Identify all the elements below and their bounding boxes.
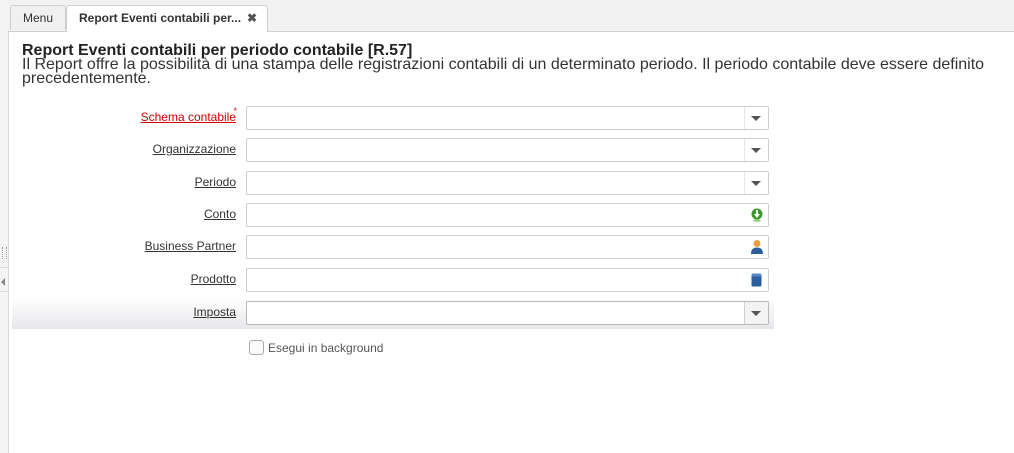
- periodo-select[interactable]: [246, 171, 769, 195]
- business-partner-lookup-button[interactable]: [745, 236, 768, 258]
- conto-lookup-button[interactable]: [745, 204, 768, 226]
- form-row-periodo: Periodo: [0, 171, 1014, 195]
- form-row-schema: Schema contabile *: [0, 106, 1014, 130]
- prodotto-search-field[interactable]: [246, 268, 769, 292]
- chevron-down-icon: [751, 116, 761, 121]
- form-row-conto: Conto: [0, 203, 1014, 227]
- organizzazione-select[interactable]: [246, 138, 769, 162]
- page-description: Il Report offre la possibilità di una st…: [22, 56, 985, 87]
- field-label-organizzazione[interactable]: Organizzazione: [153, 142, 236, 156]
- chevron-down-icon: [751, 311, 761, 316]
- tab-report-label: Report Eventi contabili per...: [79, 11, 242, 25]
- business-partner-search-field[interactable]: [246, 235, 769, 259]
- account-lookup-icon: [751, 208, 763, 222]
- imposta-select[interactable]: [246, 301, 769, 325]
- field-label-business-partner[interactable]: Business Partner: [145, 239, 236, 253]
- field-label-schema[interactable]: Schema contabile: [141, 110, 236, 124]
- business-partner-icon: [751, 240, 763, 254]
- form-row-prodotto: Prodotto: [0, 268, 1014, 292]
- chevron-down-icon: [751, 181, 761, 186]
- dropdown-button[interactable]: [744, 302, 768, 324]
- chevron-down-icon: [751, 148, 761, 153]
- background-checkbox[interactable]: [249, 340, 264, 355]
- dropdown-button[interactable]: [744, 107, 768, 129]
- required-marker: *: [233, 106, 237, 116]
- form-row-business-partner: Business Partner: [0, 235, 1014, 259]
- form-row-organizzazione: Organizzazione: [0, 138, 1014, 162]
- field-label-prodotto[interactable]: Prodotto: [191, 272, 236, 286]
- field-label-conto[interactable]: Conto: [204, 207, 236, 221]
- conto-search-field[interactable]: [246, 203, 769, 227]
- field-label-periodo[interactable]: Periodo: [195, 175, 236, 189]
- field-label-imposta[interactable]: Imposta: [193, 305, 236, 319]
- tab-bar: Menu Report Eventi contabili per... ✖: [8, 0, 1014, 32]
- form-row-imposta: Imposta: [0, 301, 1014, 325]
- schema-select[interactable]: [246, 106, 769, 130]
- close-icon[interactable]: ✖: [247, 6, 257, 30]
- dropdown-button[interactable]: [744, 172, 768, 194]
- dropdown-button[interactable]: [744, 139, 768, 161]
- prodotto-lookup-button[interactable]: [745, 269, 768, 291]
- tab-report[interactable]: Report Eventi contabili per... ✖: [66, 5, 268, 32]
- product-icon: [751, 273, 762, 287]
- background-checkbox-label[interactable]: Esegui in background: [268, 341, 383, 355]
- tab-menu[interactable]: Menu: [10, 5, 66, 30]
